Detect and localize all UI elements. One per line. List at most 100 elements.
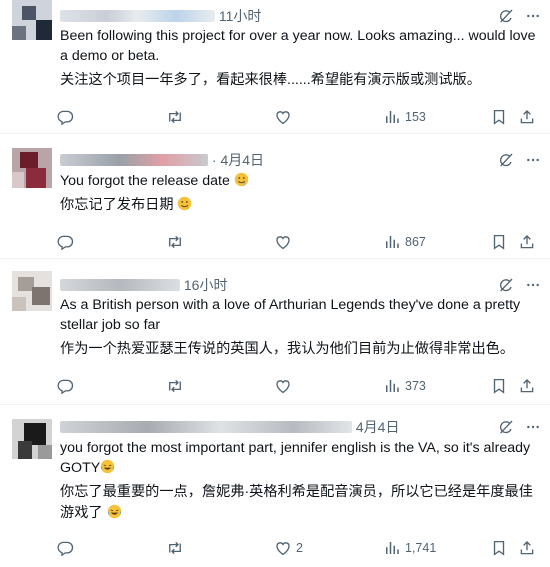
post-text: You forgot the release date bbox=[60, 171, 540, 191]
bookmark-icon bbox=[490, 233, 508, 251]
retweet-button[interactable] bbox=[166, 232, 184, 252]
blurred-username[interactable] bbox=[60, 154, 208, 166]
reply-button[interactable] bbox=[56, 376, 74, 396]
views-button[interactable]: 373 bbox=[383, 376, 426, 396]
reply-icon bbox=[56, 539, 74, 557]
post-time[interactable]: 16小时 bbox=[184, 275, 228, 295]
reply-post-3[interactable]: 16小时 As a British person with a love of … bbox=[0, 259, 550, 405]
reply-icon bbox=[56, 233, 74, 251]
post-text: Been following this project for over a y… bbox=[60, 28, 536, 64]
action-bar: 867 bbox=[56, 232, 540, 252]
post-time[interactable]: 11小时 bbox=[219, 6, 262, 26]
reply-button[interactable] bbox=[56, 107, 74, 127]
views-button[interactable]: 1,741 bbox=[383, 538, 436, 558]
post-text-content: you forgot the most important part, jenn… bbox=[60, 440, 531, 476]
like-button[interactable] bbox=[274, 376, 296, 396]
post-header: 11小时 bbox=[60, 6, 261, 26]
reply-button[interactable] bbox=[56, 538, 74, 558]
views-icon bbox=[383, 539, 401, 557]
retweet-icon bbox=[166, 108, 184, 126]
more-icon[interactable] bbox=[524, 8, 542, 24]
avatar[interactable] bbox=[12, 148, 52, 188]
retweet-button[interactable] bbox=[166, 538, 184, 558]
blurred-username[interactable] bbox=[60, 10, 215, 22]
blurred-username[interactable] bbox=[60, 421, 352, 433]
translated-text: 作为一个热爱亚瑟王传说的英国人，我认为他们目前为止做得非常出色。 bbox=[60, 341, 515, 357]
bookmark-button[interactable] bbox=[490, 538, 508, 558]
share-button[interactable] bbox=[518, 232, 536, 252]
translated-text: 你忘了最重要的一点，詹妮弗·英格利希是配音演员，所以它已经是年度最佳游戏了 bbox=[60, 482, 540, 524]
post-text: you forgot the most important part, jenn… bbox=[60, 438, 540, 478]
heart-icon bbox=[274, 233, 292, 251]
share-icon bbox=[518, 377, 536, 395]
bookmark-button[interactable] bbox=[490, 232, 508, 252]
retweet-button[interactable] bbox=[166, 376, 184, 396]
share-icon bbox=[518, 108, 536, 126]
avatar[interactable] bbox=[12, 271, 52, 311]
action-bar: 2 1,741 bbox=[56, 538, 540, 558]
retweet-icon bbox=[166, 233, 184, 251]
post-header: 4月4日 bbox=[60, 417, 399, 437]
translated-text: 你忘记了发布日期 bbox=[60, 195, 540, 216]
heart-icon bbox=[274, 539, 292, 557]
retweet-icon bbox=[166, 377, 184, 395]
action-bar: 153 bbox=[56, 107, 540, 127]
drooling-emoji-icon bbox=[177, 196, 192, 211]
post-header: 16小时 bbox=[60, 275, 227, 295]
reply-post-2[interactable]: · 4月4日 You forgot the release date 你忘记了发… bbox=[0, 134, 550, 259]
translated-text-content: 你忘记了发布日期 bbox=[60, 197, 174, 213]
reply-icon bbox=[56, 108, 74, 126]
reply-post-4[interactable]: 4月4日 you forgot the most important part,… bbox=[0, 405, 550, 567]
translated-text: 关注这个项目一年多了，看起来很棒......希望能有演示版或测试版。 bbox=[60, 72, 481, 88]
post-time[interactable]: · 4月4日 bbox=[212, 150, 264, 170]
grok-icon[interactable] bbox=[498, 419, 514, 435]
views-button[interactable]: 153 bbox=[383, 107, 426, 127]
post-header: · 4月4日 bbox=[60, 150, 264, 170]
post-text-content: You forgot the release date bbox=[60, 173, 230, 189]
post-text: As a British person with a love of Arthu… bbox=[60, 297, 521, 333]
reply-button[interactable] bbox=[56, 232, 74, 252]
heart-icon bbox=[274, 108, 292, 126]
post-time[interactable]: 4月4日 bbox=[356, 417, 400, 437]
heart-icon bbox=[274, 377, 292, 395]
views-icon bbox=[383, 108, 401, 126]
more-icon[interactable] bbox=[524, 419, 542, 435]
share-button[interactable] bbox=[518, 376, 536, 396]
like-button[interactable]: 2 bbox=[274, 538, 303, 558]
translated-text-content: 你忘了最重要的一点，詹妮弗·英格利希是配音演员，所以它已经是年度最佳游戏了 bbox=[60, 484, 533, 521]
view-count: 153 bbox=[405, 110, 426, 124]
view-count: 373 bbox=[405, 379, 426, 393]
bookmark-icon bbox=[490, 539, 508, 557]
share-icon bbox=[518, 233, 536, 251]
views-icon bbox=[383, 233, 401, 251]
bookmark-icon bbox=[490, 108, 508, 126]
grok-icon[interactable] bbox=[498, 277, 514, 293]
retweet-button[interactable] bbox=[166, 107, 184, 127]
laughing-emoji-icon bbox=[100, 459, 115, 474]
blurred-username[interactable] bbox=[60, 279, 180, 291]
share-button[interactable] bbox=[518, 107, 536, 127]
laughing-emoji-icon bbox=[107, 504, 122, 519]
grok-icon[interactable] bbox=[498, 152, 514, 168]
more-icon[interactable] bbox=[524, 152, 542, 168]
drooling-emoji-icon bbox=[234, 172, 249, 187]
views-icon bbox=[383, 377, 401, 395]
like-button[interactable] bbox=[274, 107, 296, 127]
more-icon[interactable] bbox=[524, 277, 542, 293]
avatar[interactable] bbox=[12, 419, 52, 459]
view-count: 1,741 bbox=[405, 541, 437, 555]
views-button[interactable]: 867 bbox=[383, 232, 426, 252]
retweet-icon bbox=[166, 539, 184, 557]
share-button[interactable] bbox=[518, 538, 536, 558]
bookmark-button[interactable] bbox=[490, 107, 508, 127]
grok-icon[interactable] bbox=[498, 8, 514, 24]
reply-post-1[interactable]: 11小时 Been following this project for ove… bbox=[0, 0, 550, 134]
reply-icon bbox=[56, 377, 74, 395]
bookmark-icon bbox=[490, 377, 508, 395]
share-icon bbox=[518, 539, 536, 557]
view-count: 867 bbox=[405, 235, 426, 249]
like-button[interactable] bbox=[274, 232, 296, 252]
action-bar: 373 bbox=[56, 376, 540, 396]
bookmark-button[interactable] bbox=[490, 376, 508, 396]
avatar[interactable] bbox=[12, 0, 52, 40]
